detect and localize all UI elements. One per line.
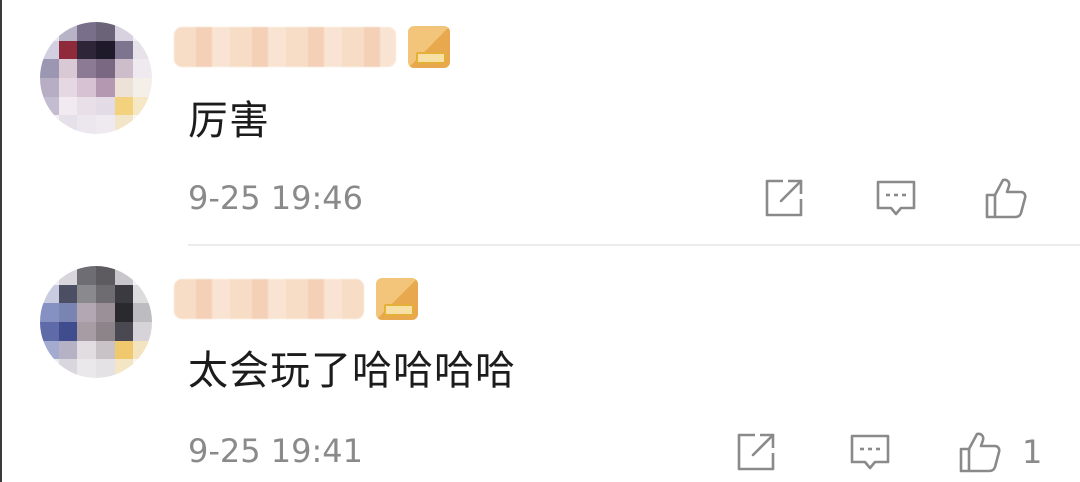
share-external-icon: [737, 433, 775, 471]
vip-badge-icon: [408, 26, 450, 68]
username[interactable]: [174, 22, 450, 72]
comment-bubble-icon: [850, 434, 890, 470]
username-blurred: [174, 27, 396, 67]
comment-actions: [760, 174, 1048, 222]
vip-badge-icon: [376, 278, 418, 320]
reply-button[interactable]: [872, 174, 920, 222]
like-button[interactable]: [956, 428, 1004, 476]
comment-text: 厉害: [188, 98, 270, 144]
username-blurred: [174, 279, 364, 319]
like-count: 1: [1022, 433, 1043, 471]
comment-item: 厉害 9-25 19:46: [0, 0, 1080, 246]
share-external-icon: [765, 179, 803, 217]
like-button[interactable]: [982, 174, 1030, 222]
avatar[interactable]: [40, 22, 152, 134]
avatar[interactable]: [40, 266, 152, 378]
comment-list: 厉害 9-25 19:46 太会玩了哈哈哈哈 9-25 19:41 1: [0, 0, 1080, 482]
thumbs-up-icon: [985, 178, 1027, 219]
comment-text: 太会玩了哈哈哈哈: [188, 348, 516, 394]
comment-time: 9-25 19:41: [188, 432, 364, 470]
share-button[interactable]: [760, 174, 808, 222]
comment-actions: 1: [732, 428, 1042, 476]
thumbs-up-icon: [959, 432, 1001, 473]
comment-bubble-icon: [876, 180, 916, 216]
username[interactable]: [174, 274, 418, 324]
share-button[interactable]: [732, 428, 780, 476]
comment-time: 9-25 19:46: [188, 179, 364, 217]
comment-item: 太会玩了哈哈哈哈 9-25 19:41 1: [0, 246, 1080, 482]
reply-button[interactable]: [846, 428, 894, 476]
